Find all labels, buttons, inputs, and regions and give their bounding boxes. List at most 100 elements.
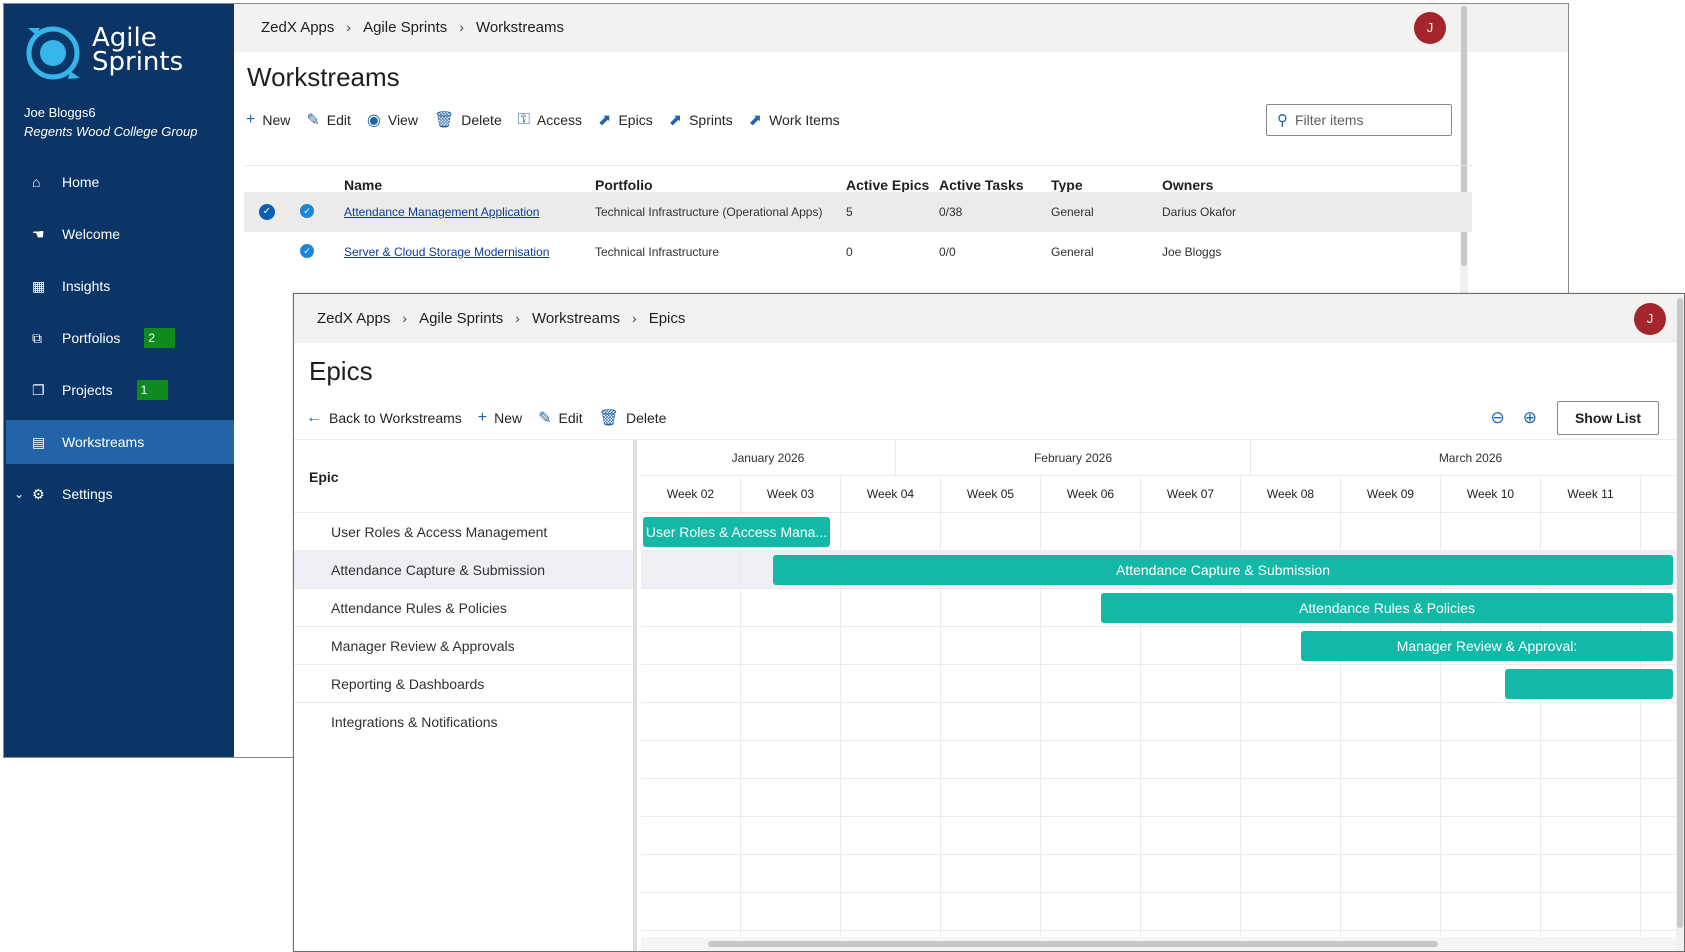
epics-button[interactable]: ⬈ Epics [598, 110, 653, 130]
button-label: Access [536, 112, 583, 128]
sprints-button[interactable]: ⬈ Sprints [669, 110, 733, 130]
button-label: Back to Workstreams [329, 410, 462, 426]
epic-bar[interactable]: Attendance Capture & Submission [773, 555, 1673, 585]
home-icon: ⌂ [32, 174, 41, 190]
epic-bar[interactable]: Attendance Rules & Policies [1101, 593, 1673, 623]
user-info: Joe Bloggs6 Regents Wood College Group [24, 103, 197, 141]
table-row[interactable]: ✓ Server & Cloud Storage Modernisation Tec… [244, 232, 1472, 272]
zoom-in-icon[interactable]: ⊕ [1523, 408, 1537, 428]
chevron-right-icon: › [515, 310, 520, 326]
breadcrumb: ZedX Apps › Agile Sprints › Workstreams › Epic… [317, 310, 685, 327]
column-header-active-tasks[interactable]: Active Tasks [939, 177, 1024, 193]
chevron-right-icon: › [632, 310, 637, 326]
sidebar-item-home[interactable]: ⌂ Home [6, 156, 234, 208]
breadcrumb-item[interactable]: ZedX Apps [317, 310, 390, 327]
breadcrumb-item[interactable]: Agile Sprints [363, 19, 447, 36]
edit-button[interactable]: ✎ Edit [538, 408, 583, 428]
row-gridline [641, 550, 1676, 551]
plus-icon: + [477, 409, 488, 426]
delete-button[interactable]: 🗑 Delete [599, 408, 667, 428]
column-header-name[interactable]: Name [344, 177, 382, 193]
week-label: Week 05 [941, 476, 1041, 513]
month-header: January 2026 February 2026 March 2026 [641, 440, 1676, 476]
week-label: Week 07 [1141, 476, 1241, 513]
vertical-scrollbar[interactable] [1676, 294, 1684, 951]
edit-button[interactable]: ✎ Edit [306, 110, 351, 130]
new-button[interactable]: + New [478, 409, 522, 427]
sidebar-item-label: Projects [62, 382, 113, 398]
avatar[interactable]: J [1414, 12, 1446, 44]
timeline: January 2026 February 2026 March 2026 Week… [641, 440, 1676, 937]
breadcrumb-item[interactable]: Workstreams [532, 310, 620, 327]
filter-input[interactable]: ⚲ Filter items [1266, 104, 1452, 136]
plus-icon: + [246, 111, 256, 128]
sidebar-item-projects[interactable]: ❐ Projects 1 [6, 364, 234, 416]
row-gridline [641, 778, 1676, 779]
table-row[interactable]: ✓ ✓ Attendance Management Application Techn… [244, 192, 1472, 232]
back-to-workstreams-button[interactable]: ← Back to Workstreams [306, 409, 462, 427]
button-label: Epics [618, 112, 653, 128]
button-label: New [494, 410, 523, 426]
user-name: Joe Bloggs6 [24, 105, 96, 120]
sidebar-item-label: Portfolios [62, 330, 121, 346]
cell-portfolio: Technical Infrastructure (Operational Ap… [595, 205, 823, 219]
sidebar-item-insights[interactable]: ▦ Insights [6, 260, 234, 312]
epic-bar[interactable] [1505, 669, 1673, 699]
workstream-name-link[interactable]: Attendance Management Application [344, 205, 539, 219]
count-badge: 2 [144, 328, 176, 348]
work-items-button[interactable]: ⬈ Work Items [749, 110, 840, 130]
column-header-active-epics[interactable]: Active Epics [846, 177, 929, 193]
agile-sprints-logo-icon [26, 26, 80, 80]
view-button[interactable]: ◉ View [367, 110, 418, 130]
column-header-owners[interactable]: Owners [1162, 177, 1213, 193]
epic-row[interactable]: Manager Review & Approvals [294, 627, 633, 665]
status-check-icon: ✓ [300, 244, 314, 258]
portfolio-icon: ⧉ [32, 329, 42, 346]
access-button[interactable]: ⚿ Access [518, 111, 582, 129]
column-header-type[interactable]: Type [1051, 177, 1083, 193]
delete-button[interactable]: 🗑 Delete [434, 110, 502, 130]
count-badge: 1 [136, 380, 168, 400]
workstream-name-link[interactable]: Server & Cloud Storage Modernisation [344, 245, 549, 259]
sidebar-item-settings[interactable]: ⌄ ⚙ Settings [6, 468, 234, 520]
zoom-out-icon[interactable]: ⊖ [1491, 408, 1505, 428]
column-header-portfolio[interactable]: Portfolio [595, 177, 653, 193]
row-checkbox[interactable]: ✓ [259, 204, 275, 220]
avatar[interactable]: J [1634, 303, 1666, 335]
epic-row[interactable]: Attendance Capture & Submission [294, 551, 633, 589]
show-list-button[interactable]: Show List [1557, 401, 1659, 435]
breadcrumb-item[interactable]: ZedX Apps [261, 19, 334, 36]
sidebar-item-label: Insights [62, 278, 111, 294]
sidebar: Agile Sprints Joe Bloggs6 Regents Wood C… [4, 4, 234, 757]
cell-type: General [1051, 245, 1094, 259]
cell-portfolio: Technical Infrastructure [595, 245, 720, 259]
arrow-left-icon: ← [306, 409, 322, 426]
epic-bar[interactable]: User Roles & Access Mana... [643, 517, 830, 547]
project-icon: ❐ [32, 381, 45, 398]
cell-owners: Darius Okafor [1162, 205, 1237, 219]
sidebar-item-portfolios[interactable]: ⧉ Portfolios 2 [6, 312, 234, 364]
row-gridline [641, 892, 1676, 893]
new-button[interactable]: + New [246, 111, 290, 129]
breadcrumb-item[interactable]: Agile Sprints [419, 310, 503, 327]
breadcrumb-item[interactable]: Epics [649, 310, 686, 327]
epic-row[interactable]: Integrations & Notifications [294, 703, 633, 741]
epic-row[interactable]: Reporting & Dashboards [294, 665, 633, 703]
week-label: Week 06 [1041, 476, 1141, 513]
breadcrumb-item[interactable]: Workstreams [476, 19, 564, 36]
pencil-icon: ✎ [538, 410, 552, 427]
epic-row[interactable]: Attendance Rules & Policies [294, 589, 633, 627]
chevron-down-icon[interactable]: ⌄ [14, 487, 24, 501]
sidebar-item-label: Workstreams [62, 434, 145, 450]
horizontal-scrollbar[interactable] [641, 937, 1676, 951]
week-header: Week 02 Week 03 Week 04 Week 05 Week 06 Week … [641, 476, 1676, 513]
epic-row[interactable]: User Roles & Access Management [294, 513, 633, 551]
sidebar-item-welcome[interactable]: ☚ Welcome [6, 208, 234, 260]
week-label: Week 11 [1541, 476, 1641, 513]
status-check-icon: ✓ [300, 204, 314, 218]
breadcrumb: ZedX Apps › Agile Sprints › Workstreams [261, 19, 564, 36]
sidebar-item-workstreams[interactable]: ▤ Workstreams [6, 420, 234, 464]
row-gridline [641, 930, 1676, 931]
week-gridline [740, 513, 741, 937]
epic-bar[interactable]: Manager Review & Approval: [1301, 631, 1673, 661]
